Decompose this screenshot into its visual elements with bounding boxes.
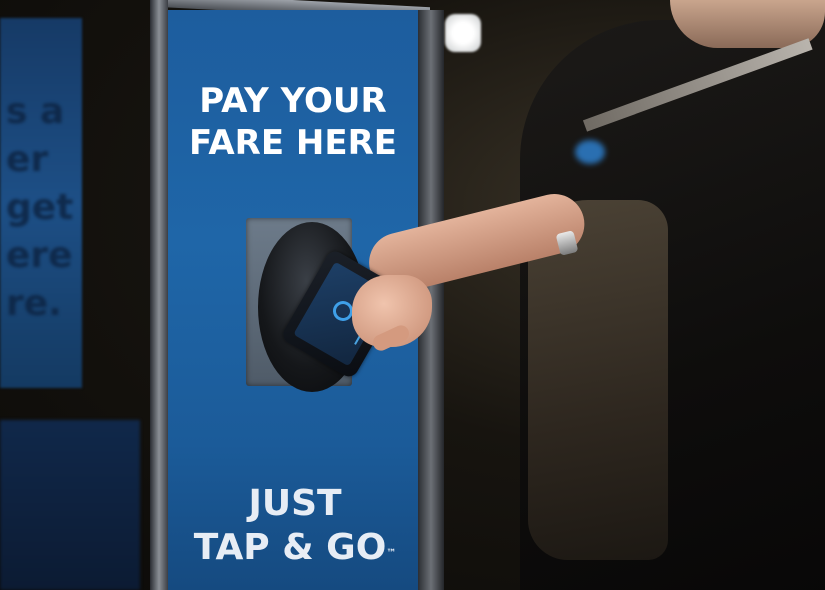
kiosk-frame-left [150, 0, 168, 590]
transit-fare-kiosk-photo: s a er get ere re. PAY YOUR FARE HERE JU… [0, 0, 825, 590]
tagline-line-1: JUST [248, 483, 342, 524]
background-lower-panel [0, 420, 140, 590]
headline: PAY YOUR FARE HERE [168, 80, 418, 164]
headline-line-1: PAY YOUR [199, 81, 387, 121]
tagline-text: TAP & GO [193, 527, 387, 568]
kiosk-light [445, 14, 481, 52]
tagline: JUST TAP & GO™ [180, 482, 410, 570]
headline-line-2: FARE HERE [189, 123, 397, 163]
trademark-mark: ™ [386, 548, 397, 559]
tagline-line-2: TAP & GO™ [180, 526, 410, 570]
blue-light-reflection [575, 140, 605, 164]
background-poster-text: s a er get ere re. [6, 91, 74, 324]
